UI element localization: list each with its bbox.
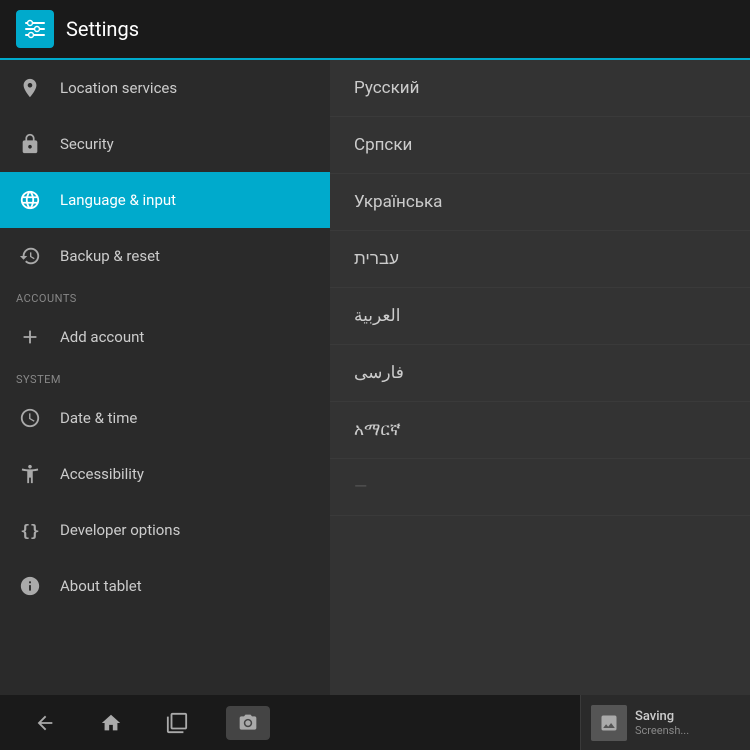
sidebar-item-location-label: Location services bbox=[60, 79, 177, 97]
home-button[interactable] bbox=[86, 703, 136, 743]
language-name: עברית bbox=[354, 249, 399, 269]
list-item[interactable]: Українська bbox=[330, 174, 750, 231]
nav-bar: Saving Screensh... bbox=[0, 695, 750, 750]
language-name: Русский bbox=[354, 78, 419, 98]
back-button[interactable] bbox=[20, 703, 70, 743]
screenshot-thumbnail bbox=[591, 705, 627, 741]
language-name: Српски bbox=[354, 135, 412, 155]
recents-button[interactable] bbox=[152, 703, 202, 743]
sidebar: Location services Security Language & in… bbox=[0, 60, 330, 695]
sidebar-item-datetime-label: Date & time bbox=[60, 409, 137, 427]
list-item[interactable]: — bbox=[330, 459, 750, 516]
sidebar-item-developer[interactable]: {} Developer options bbox=[0, 502, 330, 558]
list-item[interactable]: Русский bbox=[330, 60, 750, 117]
sidebar-item-backup[interactable]: Backup & reset bbox=[0, 228, 330, 284]
system-section-header: SYSTEM bbox=[0, 365, 330, 390]
sidebar-item-about-label: About tablet bbox=[60, 577, 142, 595]
sidebar-item-security[interactable]: Security bbox=[0, 116, 330, 172]
sidebar-item-language-label: Language & input bbox=[60, 191, 176, 209]
sidebar-item-backup-label: Backup & reset bbox=[60, 247, 160, 265]
language-icon bbox=[16, 186, 44, 214]
sidebar-item-add-account[interactable]: Add account bbox=[0, 309, 330, 365]
screenshot-camera-button[interactable] bbox=[226, 706, 270, 740]
developer-icon: {} bbox=[16, 516, 44, 544]
location-icon bbox=[16, 74, 44, 102]
accessibility-icon bbox=[16, 460, 44, 488]
header-title: Settings bbox=[66, 17, 139, 41]
app-header: Settings bbox=[0, 0, 750, 60]
list-item[interactable]: עברית bbox=[330, 231, 750, 288]
list-item[interactable]: Српски bbox=[330, 117, 750, 174]
list-item[interactable]: አማርኛ bbox=[330, 402, 750, 459]
datetime-icon bbox=[16, 404, 44, 432]
sidebar-item-about[interactable]: About tablet bbox=[0, 558, 330, 614]
language-name: العربية bbox=[354, 306, 400, 326]
language-name: فارسی bbox=[354, 363, 404, 383]
add-account-icon bbox=[16, 323, 44, 351]
language-list: Русский Српски Українська עברית العربية … bbox=[330, 60, 750, 695]
sidebar-item-accessibility[interactable]: Accessibility bbox=[0, 446, 330, 502]
security-icon bbox=[16, 130, 44, 158]
settings-icon bbox=[16, 10, 54, 48]
sidebar-item-security-label: Security bbox=[60, 135, 114, 153]
sidebar-item-developer-label: Developer options bbox=[60, 521, 180, 539]
main-layout: Location services Security Language & in… bbox=[0, 60, 750, 695]
sidebar-item-add-account-label: Add account bbox=[60, 328, 144, 346]
language-name: Українська bbox=[354, 192, 442, 212]
language-name: — bbox=[354, 477, 367, 497]
list-item[interactable]: فارسی bbox=[330, 345, 750, 402]
sidebar-item-datetime[interactable]: Date & time bbox=[0, 390, 330, 446]
about-icon bbox=[16, 572, 44, 600]
screenshot-title: Saving bbox=[635, 709, 689, 724]
language-name: አማርኛ bbox=[354, 420, 401, 440]
screenshot-notification: Saving Screensh... bbox=[580, 695, 750, 750]
sidebar-item-accessibility-label: Accessibility bbox=[60, 465, 144, 483]
backup-icon bbox=[16, 242, 44, 270]
sidebar-item-language[interactable]: Language & input bbox=[0, 172, 330, 228]
accounts-section-header: ACCOUNTS bbox=[0, 284, 330, 309]
list-item[interactable]: العربية bbox=[330, 288, 750, 345]
sidebar-item-location[interactable]: Location services bbox=[0, 60, 330, 116]
screenshot-subtitle: Screensh... bbox=[635, 724, 689, 737]
screenshot-text: Saving Screensh... bbox=[635, 709, 689, 737]
